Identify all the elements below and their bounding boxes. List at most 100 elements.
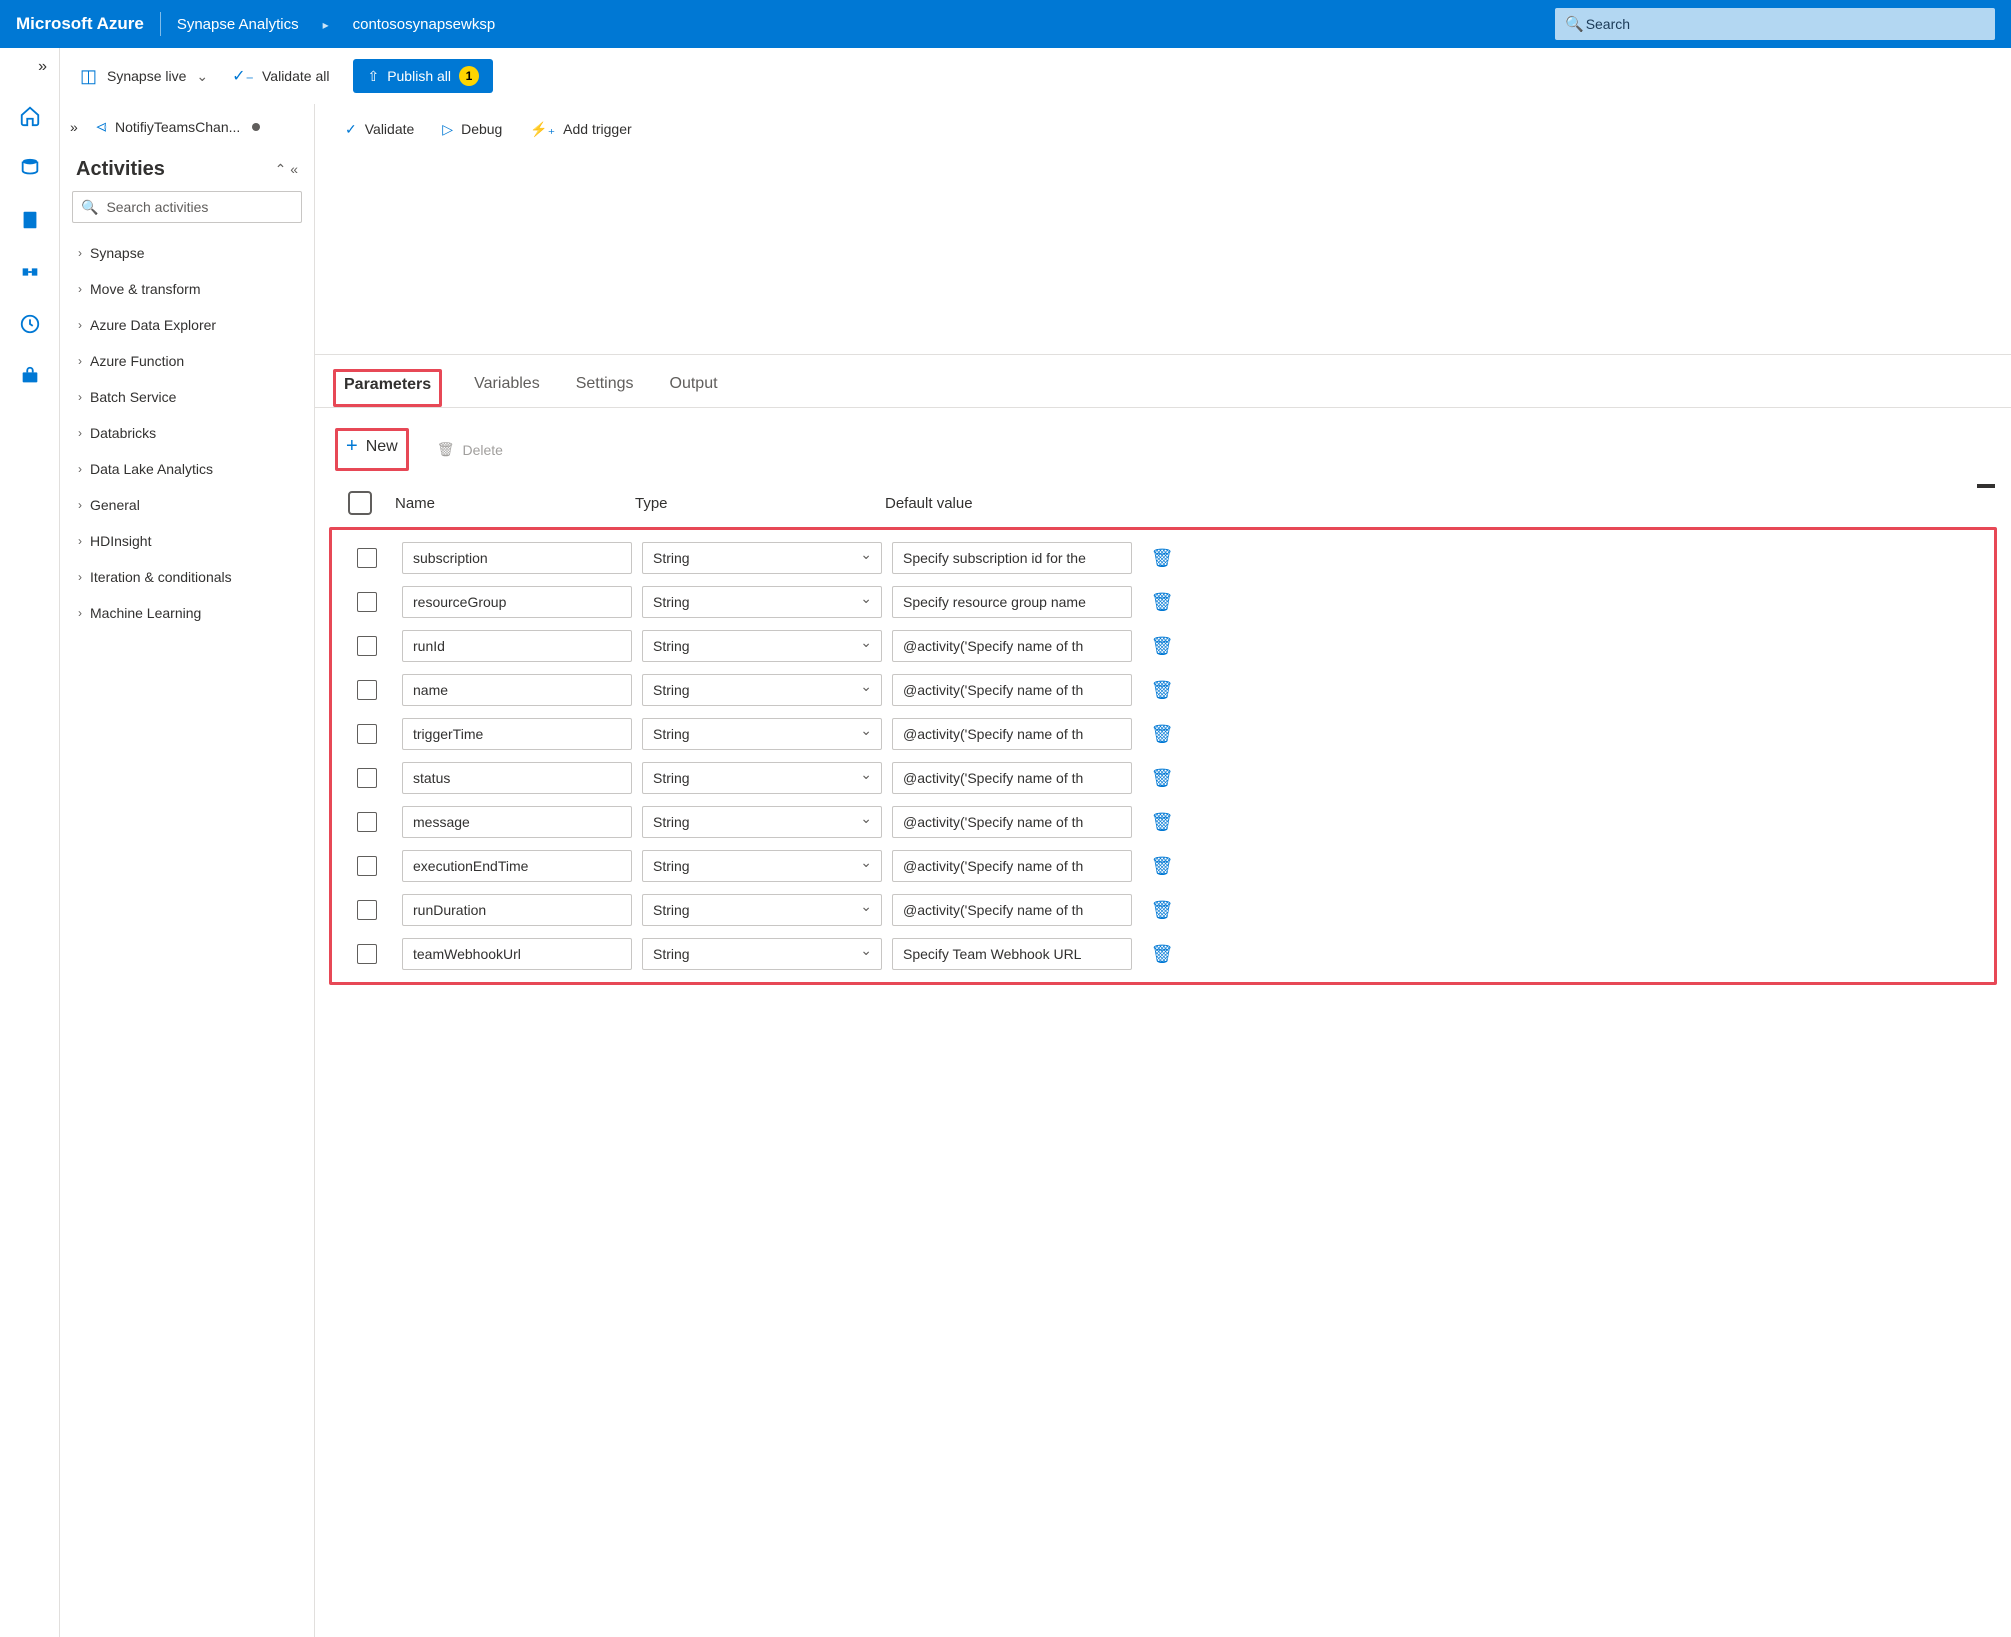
row-checkbox[interactable] — [357, 724, 377, 744]
monitor-icon[interactable] — [18, 312, 42, 336]
tab-parameters[interactable]: Parameters — [333, 369, 442, 407]
param-type-select[interactable] — [642, 894, 882, 926]
data-icon[interactable] — [18, 156, 42, 180]
expand-rail-button[interactable]: » — [38, 58, 59, 76]
activities-collapse-icons[interactable]: ⌃ « — [275, 161, 298, 178]
activity-group[interactable]: ›HDInsight — [68, 523, 306, 559]
activity-group[interactable]: ›Synapse — [68, 235, 306, 271]
global-search-input[interactable] — [1584, 15, 1985, 33]
validate-button[interactable]: ✓ Validate — [345, 121, 414, 138]
delete-row-button[interactable]: 🗑 — [1142, 768, 1182, 789]
row-checkbox[interactable] — [357, 944, 377, 964]
activity-group[interactable]: ›Iteration & conditionals — [68, 559, 306, 595]
param-default-input[interactable] — [892, 630, 1132, 662]
param-name-input[interactable] — [402, 674, 632, 706]
param-default-input[interactable] — [892, 806, 1132, 838]
activity-group[interactable]: ›Azure Data Explorer — [68, 307, 306, 343]
param-name-input[interactable] — [402, 806, 632, 838]
debug-button[interactable]: ▷ Debug — [442, 121, 502, 138]
delete-parameter-button[interactable]: 🗑 Delete — [437, 441, 503, 458]
row-checkbox[interactable] — [357, 592, 377, 612]
delete-row-button[interactable]: 🗑 — [1142, 812, 1182, 833]
activity-group[interactable]: ›Move & transform — [68, 271, 306, 307]
row-checkbox[interactable] — [357, 548, 377, 568]
activity-group[interactable]: ›General — [68, 487, 306, 523]
tab-settings[interactable]: Settings — [572, 375, 638, 407]
param-type-select[interactable] — [642, 762, 882, 794]
param-name-input[interactable] — [402, 850, 632, 882]
row-checkbox[interactable] — [357, 856, 377, 876]
tab-pipeline-notifyteams[interactable]: ⏿ NotifiyTeamsChan... — [84, 104, 272, 150]
param-default-input[interactable] — [892, 938, 1132, 970]
param-type-select[interactable] — [642, 586, 882, 618]
activity-group-label: Machine Learning — [90, 605, 201, 621]
param-name-input[interactable] — [402, 762, 632, 794]
brand-label[interactable]: Microsoft Azure — [16, 14, 144, 34]
manage-icon[interactable] — [18, 364, 42, 388]
param-default-input[interactable] — [892, 894, 1132, 926]
activity-group[interactable]: ›Data Lake Analytics — [68, 451, 306, 487]
global-search[interactable]: 🔍 — [1555, 8, 1995, 40]
activity-group[interactable]: ›Machine Learning — [68, 595, 306, 631]
param-default-input[interactable] — [892, 718, 1132, 750]
row-checkbox[interactable] — [357, 636, 377, 656]
delete-row-button[interactable]: 🗑 — [1142, 724, 1182, 745]
param-default-input[interactable] — [892, 850, 1132, 882]
param-name-input[interactable] — [402, 542, 632, 574]
chevron-right-icon: › — [78, 390, 82, 404]
param-type-select[interactable] — [642, 674, 882, 706]
param-default-input[interactable] — [892, 762, 1132, 794]
param-default-input[interactable] — [892, 586, 1132, 618]
publish-all-button[interactable]: ⇧ Publish all 1 — [353, 59, 493, 93]
bottom-panel-tabs: Parameters Variables Settings Output — [315, 355, 2011, 408]
activities-search[interactable]: 🔍 — [72, 191, 302, 223]
new-parameter-button[interactable]: + New — [335, 428, 409, 471]
activity-group-label: Synapse — [90, 245, 144, 261]
validate-all-button[interactable]: ✓₋ Validate all — [232, 66, 329, 86]
row-checkbox[interactable] — [357, 680, 377, 700]
param-type-select[interactable] — [642, 630, 882, 662]
delete-row-button[interactable]: 🗑 — [1142, 944, 1182, 965]
delete-row-button[interactable]: 🗑 — [1142, 900, 1182, 921]
delete-row-button[interactable]: 🗑 — [1142, 856, 1182, 877]
tab-output[interactable]: Output — [666, 375, 722, 407]
row-checkbox[interactable] — [357, 812, 377, 832]
breadcrumb-item-workspace[interactable]: contososynapsewksp — [353, 16, 496, 33]
select-all-checkbox[interactable] — [348, 491, 372, 515]
param-default-input[interactable] — [892, 542, 1132, 574]
activity-group[interactable]: › Batch Service — [68, 379, 306, 415]
activity-group[interactable]: ›Azure Function — [68, 343, 306, 379]
delete-row-button[interactable]: 🗑 — [1142, 548, 1182, 569]
param-type-select[interactable] — [642, 718, 882, 750]
synapse-live-dropdown[interactable]: ◫ Synapse live ⌄ — [80, 66, 208, 87]
panel-resize-handle[interactable] — [1977, 484, 1995, 488]
tab-variables[interactable]: Variables — [470, 375, 544, 407]
delete-row-button[interactable]: 🗑 — [1142, 592, 1182, 613]
tabs-scroll-button[interactable]: » — [64, 119, 84, 135]
param-name-input[interactable] — [402, 718, 632, 750]
row-checkbox[interactable] — [357, 900, 377, 920]
home-icon[interactable] — [18, 104, 42, 128]
delete-row-button[interactable]: 🗑 — [1142, 636, 1182, 657]
param-type-select[interactable] — [642, 850, 882, 882]
activity-group-label: Batch Service — [90, 389, 176, 405]
param-name-input[interactable] — [402, 630, 632, 662]
develop-icon[interactable] — [18, 208, 42, 232]
param-name-input[interactable] — [402, 586, 632, 618]
param-default-input[interactable] — [892, 674, 1132, 706]
activities-search-input[interactable] — [104, 198, 293, 216]
pipeline-canvas[interactable] — [315, 154, 2011, 354]
cube-icon: ◫ — [80, 66, 97, 87]
activity-group[interactable]: ›Databricks — [68, 415, 306, 451]
integrate-icon[interactable] — [18, 260, 42, 284]
param-type-select[interactable] — [642, 542, 882, 574]
breadcrumb-item-synapse[interactable]: Synapse Analytics — [177, 16, 299, 33]
param-name-input[interactable] — [402, 894, 632, 926]
param-type-select[interactable] — [642, 806, 882, 838]
row-checkbox[interactable] — [357, 768, 377, 788]
delete-row-button[interactable]: 🗑 — [1142, 680, 1182, 701]
param-type-select[interactable] — [642, 938, 882, 970]
add-trigger-button[interactable]: ⚡₊ Add trigger — [530, 121, 631, 138]
chevron-right-icon: › — [78, 354, 82, 368]
param-name-input[interactable] — [402, 938, 632, 970]
